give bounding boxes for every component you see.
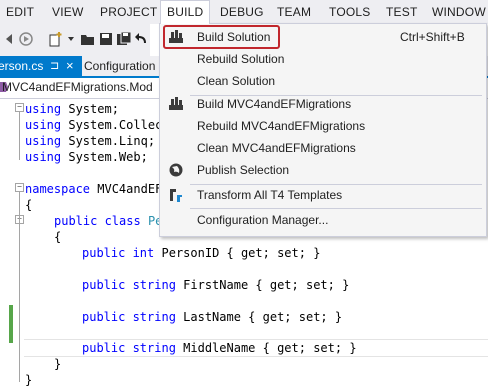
collapse-icon[interactable]: − [15, 103, 24, 112]
menu-item-label: Clean MVC4andEFMigrations [197, 141, 356, 155]
globe-icon [169, 163, 183, 177]
menu-edit[interactable]: EDIT [6, 0, 34, 24]
code-line: public string FirstName { get; set; } [82, 278, 350, 292]
code-line: public class Per [54, 214, 170, 228]
code-line: { [54, 230, 62, 244]
code-line: using System.Linq; [25, 134, 156, 148]
menu-team[interactable]: TEAM [277, 0, 311, 24]
new-project-icon[interactable] [48, 31, 64, 47]
menu-item-clean-solution[interactable]: Clean Solution [162, 70, 484, 92]
code-line: using System.Web; [25, 150, 148, 164]
code-line: namespace MVC4andEF [25, 182, 163, 196]
nav-type-path: MVC4andEFMigrations.Mod [2, 80, 153, 94]
menu-item-configuration-manager[interactable]: Configuration Manager... [162, 209, 484, 231]
menu-window[interactable]: WINDOW [432, 0, 486, 24]
menu-tools[interactable]: TOOLS [329, 0, 370, 24]
menu-item-label: Clean Solution [197, 74, 276, 88]
menu-item-label: Configuration Manager... [197, 213, 329, 227]
undo-icon[interactable] [134, 31, 150, 47]
save-all-icon[interactable] [116, 31, 132, 47]
menu-build[interactable]: BUILD [160, 0, 211, 24]
collapse-icon[interactable]: − [15, 183, 24, 192]
menu-item-label: Rebuild MVC4andEFMigrations [197, 119, 366, 133]
code-line: public int PersonID { get; set; } [82, 246, 321, 260]
toolbar [0, 24, 150, 56]
menu-item-rebuild-project[interactable]: Rebuild MVC4andEFMigrations [162, 115, 484, 137]
menu-item-label: Publish Selection [197, 163, 290, 177]
code-line: public string LastName { get; set; } [82, 310, 343, 324]
build-menu-dropdown: Build Solution Ctrl+Shift+B Rebuild Solu… [159, 23, 487, 237]
menu-item-transform-t4[interactable]: Transform All T4 Templates [162, 184, 484, 206]
close-icon[interactable]: × [66, 56, 74, 76]
menu-item-clean-project[interactable]: Clean MVC4andEFMigrations [162, 137, 484, 159]
menu-view[interactable]: VIEW [52, 0, 83, 24]
code-line: } [25, 373, 33, 387]
code-line: using System; [25, 102, 119, 116]
build-icon [169, 97, 183, 110]
open-file-icon[interactable] [80, 31, 96, 47]
code-line: { [25, 198, 33, 212]
menu-project[interactable]: PROJECT [100, 0, 157, 24]
outline-guide [19, 112, 20, 160]
pin-icon[interactable]: ⊐ [50, 56, 59, 76]
highlight-box [163, 25, 280, 49]
menu-test[interactable]: TEST [386, 0, 417, 24]
navigate-back-icon[interactable] [0, 31, 16, 47]
code-line: public string MiddleName { get; set; } [82, 341, 357, 355]
menu-bar: EDIT VIEW PROJECT BUILD DEBUG TEAM TOOLS… [0, 0, 488, 24]
menu-item-label: Transform All T4 Templates [197, 188, 343, 202]
menu-item-shortcut: Ctrl+Shift+B [400, 30, 465, 44]
menu-item-rebuild-solution[interactable]: Rebuild Solution [162, 48, 484, 70]
menu-item-label: Build MVC4andEFMigrations [197, 97, 352, 111]
tab-configuration-label: Configuration [84, 59, 156, 73]
code-line: using System.Collec [25, 118, 163, 132]
tab-person-label: erson.cs [0, 59, 44, 73]
change-marker [9, 305, 13, 343]
menu-item-publish-selection[interactable]: Publish Selection [162, 159, 484, 181]
save-icon[interactable] [98, 31, 114, 47]
menu-item-build-project[interactable]: Build MVC4andEFMigrations [162, 93, 484, 115]
outline-guide [19, 192, 20, 382]
tab-person-cs[interactable]: erson.cs ⊐ × [0, 56, 82, 76]
transform-icon [170, 189, 182, 202]
menu-item-label: Rebuild Solution [197, 52, 285, 66]
code-line: } [54, 357, 62, 371]
navigate-forward-icon[interactable] [18, 31, 34, 47]
editor-gutter [0, 99, 9, 391]
menu-debug[interactable]: DEBUG [220, 0, 264, 24]
